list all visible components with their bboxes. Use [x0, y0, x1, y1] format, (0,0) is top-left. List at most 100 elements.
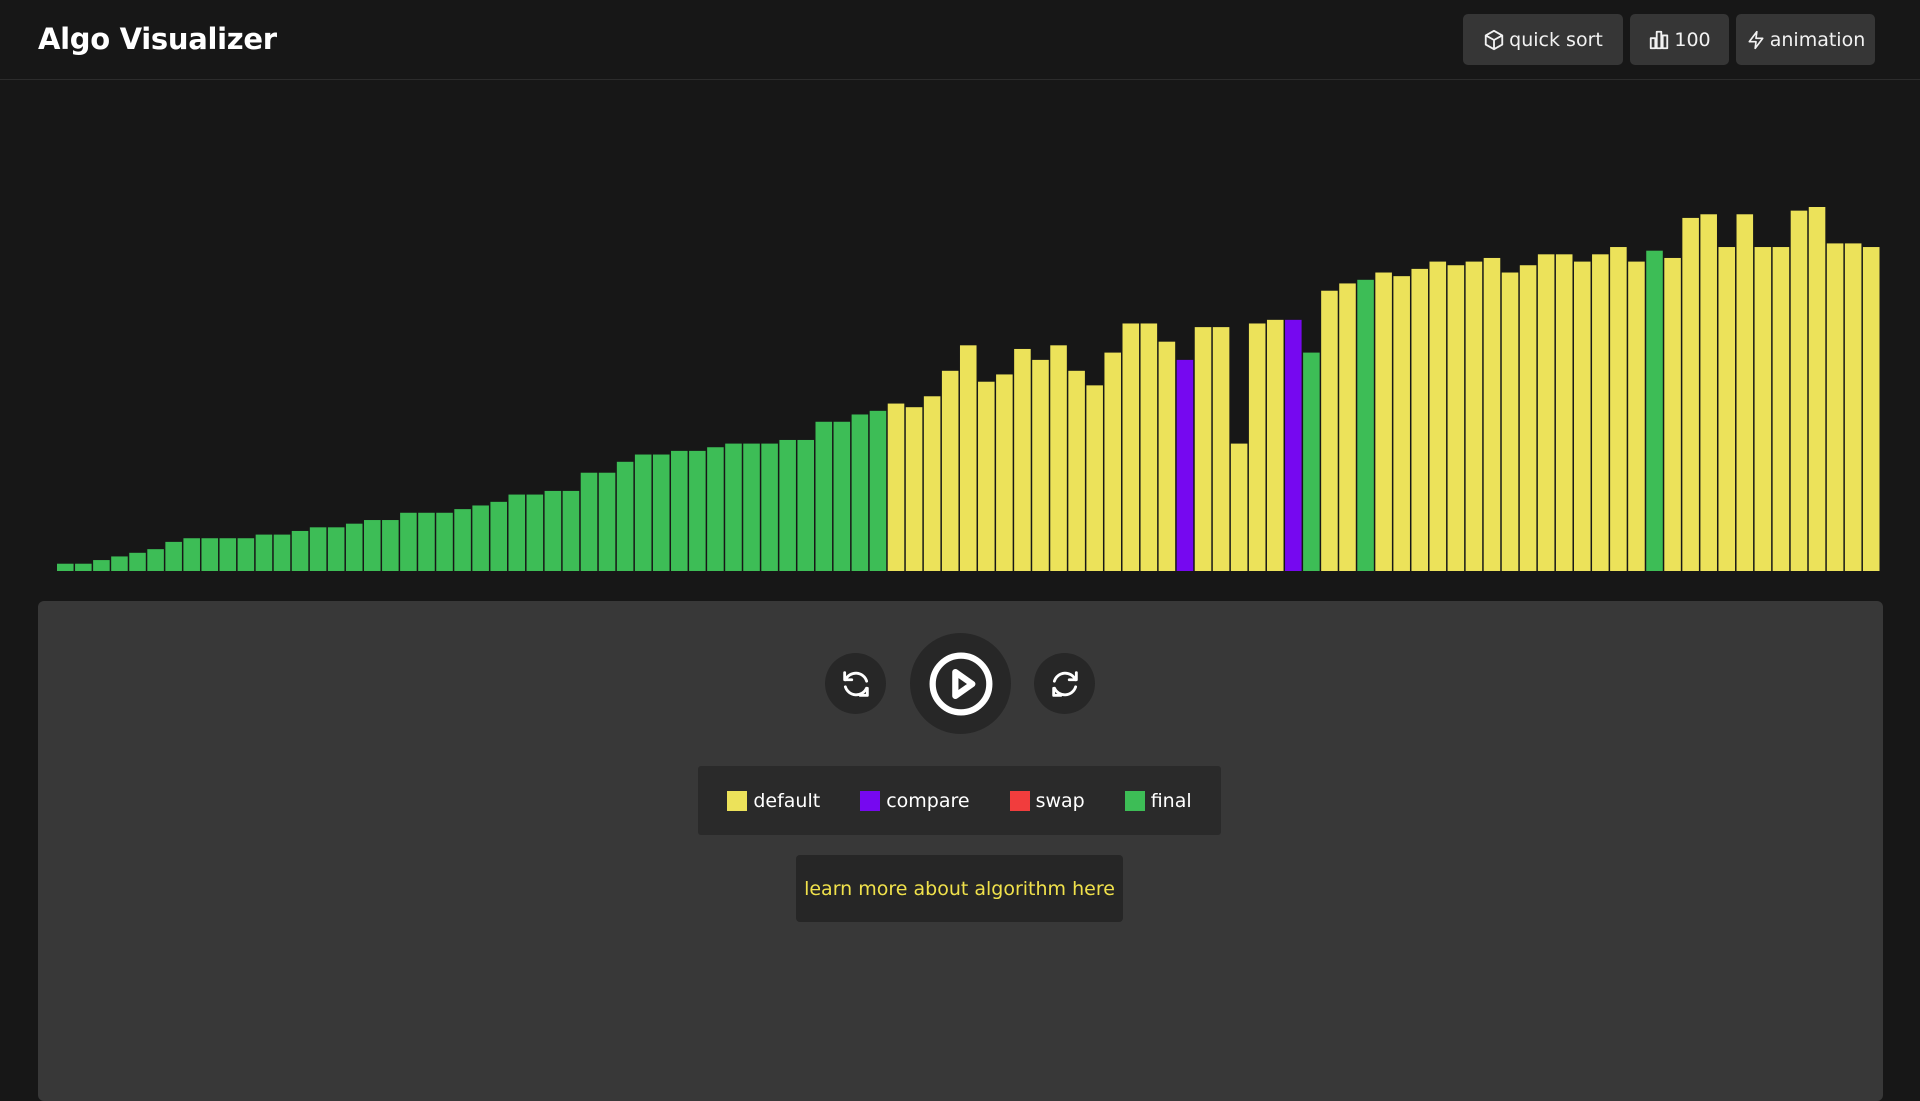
array-bar-88	[1646, 250, 1663, 571]
array-bar-30	[598, 472, 616, 571]
array-bar-45	[869, 410, 887, 571]
array-bar-82	[1537, 254, 1555, 571]
array-bar-23	[472, 505, 489, 571]
array-bar-28	[562, 490, 580, 571]
color-legend: default compare swap final	[698, 766, 1221, 835]
array-bar-79	[1483, 257, 1501, 571]
legend-swatch-compare	[860, 790, 881, 811]
array-bar-53	[1014, 348, 1031, 571]
array-bar-99	[1844, 243, 1862, 571]
array-bar-12	[273, 534, 291, 571]
array-bar-92	[1718, 247, 1736, 571]
legend-item-swap: swap	[1009, 790, 1085, 812]
algorithm-select-button[interactable]: quick sort	[1463, 14, 1623, 65]
array-bar-44	[851, 414, 869, 571]
array-bar-1	[75, 563, 92, 571]
rotate-cw-icon	[1051, 670, 1078, 697]
array-bar-66	[1248, 323, 1266, 571]
array-bar-81	[1519, 265, 1537, 571]
array-bar-97	[1808, 207, 1826, 571]
array-bar-59	[1122, 323, 1140, 571]
array-bar-87	[1628, 261, 1645, 571]
array-bar-39	[761, 443, 778, 571]
array-bar-7	[183, 538, 200, 571]
array-bar-14	[309, 527, 327, 571]
array-bar-90	[1682, 217, 1699, 572]
array-bar-18	[382, 520, 399, 571]
animation-speed-button[interactable]: animation	[1736, 14, 1875, 65]
array-bar-15	[327, 527, 345, 571]
animation-speed-label: animation	[1769, 28, 1866, 51]
array-bar-61	[1158, 341, 1176, 571]
legend-swatch-swap	[1009, 790, 1030, 811]
array-bar-8	[201, 538, 219, 571]
play-circle-icon	[929, 652, 992, 715]
array-bar-67	[1266, 319, 1284, 571]
legend-label-final: final	[1150, 789, 1192, 812]
array-bar-13	[291, 530, 309, 571]
array-bar-69	[1303, 352, 1320, 571]
array-bar-93	[1736, 214, 1754, 571]
step-forward-button[interactable]	[1034, 653, 1095, 714]
array-bar-chart	[57, 150, 1881, 580]
array-bar-55	[1050, 345, 1067, 571]
array-bar-98	[1826, 243, 1844, 571]
array-bar-5	[147, 549, 164, 571]
array-bar-29	[580, 472, 598, 571]
learn-more-link[interactable]: learn more about algorithm here	[796, 855, 1123, 922]
array-bar-3	[111, 556, 128, 571]
array-bar-54	[1032, 359, 1049, 571]
array-bar-31	[616, 461, 634, 571]
legend-swatch-default	[727, 790, 748, 811]
array-size-button[interactable]: 100	[1630, 14, 1729, 65]
legend-label-compare: compare	[886, 789, 970, 812]
array-bar-57	[1086, 385, 1103, 571]
array-bar-77	[1447, 265, 1465, 571]
top-bar: Algo Visualizer quick sort 100 animation	[0, 0, 1920, 80]
array-bar-68	[1285, 319, 1302, 571]
array-bar-0	[57, 563, 74, 571]
step-back-button[interactable]	[825, 653, 886, 714]
array-bar-26	[526, 494, 544, 571]
array-bar-16	[345, 523, 363, 571]
legend-label-default: default	[753, 789, 821, 812]
array-bar-62	[1176, 359, 1194, 571]
array-bar-43	[833, 421, 851, 571]
array-bar-46	[887, 403, 905, 571]
play-button[interactable]	[910, 633, 1011, 734]
algorithm-label: quick sort	[1509, 28, 1603, 51]
array-bar-50	[959, 345, 977, 571]
array-bar-74	[1393, 276, 1410, 571]
control-panel: default compare swap final learn more ab…	[38, 601, 1883, 1101]
array-bar-96	[1790, 210, 1808, 571]
array-bar-24	[490, 501, 507, 571]
array-bar-17	[364, 520, 381, 571]
array-bar-86	[1610, 247, 1627, 571]
array-bar-94	[1754, 247, 1772, 571]
array-bar-11	[255, 534, 273, 571]
legend-item-default: default	[727, 790, 820, 812]
array-bar-41	[797, 439, 814, 571]
array-bar-48	[923, 396, 941, 571]
array-bar-47	[905, 407, 923, 571]
array-bar-100	[1862, 247, 1880, 571]
array-bar-63	[1194, 327, 1212, 571]
array-bar-37	[725, 443, 742, 571]
array-bar-32	[634, 454, 652, 571]
array-bar-80	[1501, 272, 1519, 571]
array-bar-38	[743, 443, 760, 571]
array-bar-9	[219, 538, 237, 571]
array-bar-34	[671, 450, 688, 571]
array-bar-71	[1339, 283, 1356, 571]
array-bar-78	[1465, 261, 1483, 571]
array-bar-85	[1592, 254, 1609, 571]
array-bar-95	[1772, 247, 1790, 571]
array-bar-72	[1357, 279, 1374, 571]
array-bar-40	[779, 439, 796, 571]
array-bar-10	[237, 538, 255, 571]
array-bar-70	[1321, 290, 1338, 571]
cube-icon	[1485, 29, 1504, 50]
array-bar-58	[1104, 352, 1122, 571]
array-bar-36	[707, 447, 724, 571]
legend-item-final: final	[1124, 789, 1192, 812]
